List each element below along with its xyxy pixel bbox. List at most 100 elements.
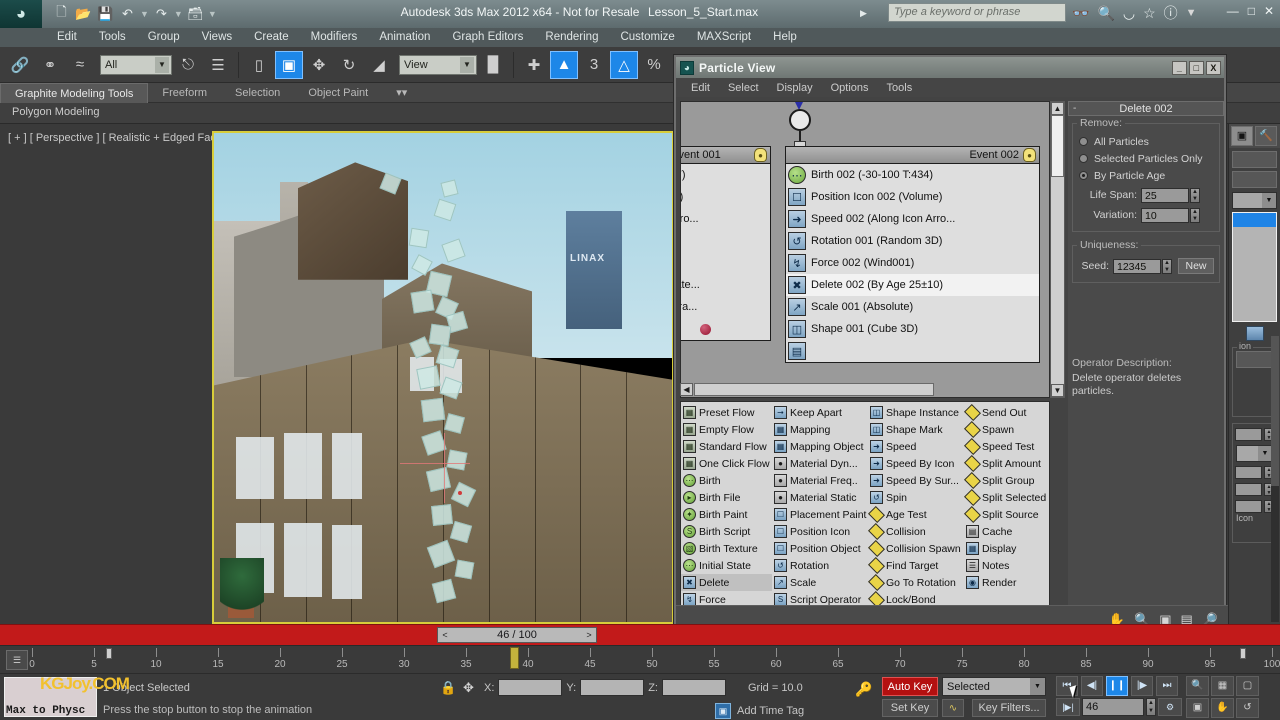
key-filters-button[interactable]: Key Filters...: [972, 699, 1046, 717]
depot-item-collision-spawn[interactable]: Collision Spawn: [868, 540, 964, 557]
search-expand-icon[interactable]: ▶: [860, 8, 867, 19]
window-crossing-icon[interactable]: ▣: [275, 50, 303, 79]
depot-item-rotation[interactable]: ↺ Rotation: [772, 557, 868, 574]
command-panel-scroll-thumb[interactable]: [1271, 336, 1279, 486]
absolute-relative-mode-icon[interactable]: ✥: [463, 680, 474, 696]
event-001-row[interactable]: ong Icon Arro...: [681, 208, 770, 230]
maximize-button[interactable]: □: [1248, 4, 1255, 18]
selection-sub-button[interactable]: [1236, 351, 1273, 368]
lightbulb-icon[interactable]: ●: [1023, 148, 1036, 162]
pv-menu-options[interactable]: Options: [822, 82, 878, 94]
depot-item-speed-test[interactable]: Speed Test: [964, 438, 1049, 455]
depot-item-cache[interactable]: ▤ Cache: [964, 523, 1049, 540]
previous-frame-icon[interactable]: ◀|: [1081, 676, 1103, 696]
category-button-b[interactable]: [1232, 171, 1277, 188]
event-001-row[interactable]: 001 (Camera...: [681, 296, 770, 318]
bind-space-warp-icon[interactable]: ≈: [66, 51, 94, 79]
object-type-dropdown[interactable]: ▼: [1232, 192, 1277, 209]
viewport-label[interactable]: [ + ] [ Perspective ] [ Realistic + Edge…: [8, 132, 234, 144]
rollout-collapse-icon[interactable]: -: [1073, 103, 1076, 114]
param-field[interactable]: [1235, 500, 1262, 513]
next-frame-arrow[interactable]: >: [582, 630, 596, 640]
event-001-row[interactable]: Geometry): [681, 318, 770, 340]
seed-spinner[interactable]: ▲ ▼: [1162, 258, 1172, 274]
redo-icon[interactable]: ↷: [152, 5, 171, 24]
depot-item-position-icon[interactable]: ☐ Position Icon: [772, 523, 868, 540]
operator-row-delete[interactable]: ✖ Delete 002 (By Age 25±10): [786, 274, 1039, 296]
pv-menu-tools[interactable]: Tools: [878, 82, 922, 94]
depot-item-birth-paint[interactable]: ✦ Birth Paint: [681, 506, 772, 523]
scroll-down-icon[interactable]: ▼: [1051, 384, 1064, 397]
depot-item-scale[interactable]: ↗ Scale: [772, 574, 868, 591]
pan-icon[interactable]: ✋: [1211, 698, 1234, 718]
canvas-vertical-scrollbar[interactable]: ▲ ▼: [1050, 101, 1065, 398]
event-001-row[interactable]: Age 80±10): [681, 252, 770, 274]
param-field[interactable]: [1235, 466, 1262, 479]
selection-filter-dropdown[interactable]: All ▼: [100, 54, 172, 75]
undo-icon[interactable]: ↶: [118, 5, 137, 24]
pv-menu-display[interactable]: Display: [768, 82, 822, 94]
particle-view-canvas[interactable]: Event 001 ● -100 T:2167) 01 (Volume) ong…: [680, 101, 1050, 398]
new-icon[interactable]: 🗋: [52, 4, 71, 24]
scroll-up-icon[interactable]: ▲: [1051, 102, 1064, 115]
depot-item-shape-mark[interactable]: ◫ Shape Mark: [868, 421, 964, 438]
depot-item-material-static[interactable]: ● Material Static: [772, 489, 868, 506]
new-seed-button[interactable]: New: [1178, 258, 1214, 274]
seed-input[interactable]: 12345: [1113, 258, 1161, 274]
event-001-row[interactable]: -100 T:2167): [681, 164, 770, 186]
command-panel-scrollbar[interactable]: [1271, 336, 1279, 622]
binoculars-icon[interactable]: 👓: [1072, 5, 1089, 22]
depot-item-split-amount[interactable]: Split Amount: [964, 455, 1049, 472]
operator-row-scale[interactable]: ↗ Scale 001 (Absolute): [786, 296, 1039, 318]
depot-item-one-click-flow[interactable]: ▦ One Click Flow: [681, 455, 772, 472]
depot-item-find-target[interactable]: Find Target: [868, 557, 964, 574]
angle-snap-icon[interactable]: △: [610, 50, 638, 79]
variation-input[interactable]: 10: [1141, 207, 1189, 223]
show-end-result-icon[interactable]: [1245, 326, 1264, 341]
open-mini-curve-editor-icon[interactable]: ☰: [6, 650, 28, 670]
radio-by-particle-age[interactable]: By Particle Age: [1079, 167, 1214, 184]
key-mode-toggle-button[interactable]: |▶|: [1056, 698, 1080, 716]
undo-dropdown-icon[interactable]: ▼: [140, 9, 149, 19]
menu-item-group[interactable]: Group: [137, 28, 191, 47]
select-and-move-icon[interactable]: ✥: [305, 51, 333, 79]
depot-item-spin[interactable]: ↺ Spin: [868, 489, 964, 506]
depot-item-go-to-rotation[interactable]: Go To Rotation: [868, 574, 964, 591]
event-001-row[interactable]: nic 001 (Mate...: [681, 274, 770, 296]
create-tab-icon[interactable]: ▣: [1231, 126, 1253, 146]
frame-indicator[interactable]: < 46 / 100 >: [437, 627, 597, 643]
open-icon[interactable]: 📂: [74, 5, 93, 24]
pause-icon[interactable]: ❙❙: [1106, 676, 1128, 696]
depot-item-delete[interactable]: ✖ Delete: [681, 574, 772, 591]
param-field[interactable]: [1235, 483, 1262, 496]
key-marker[interactable]: [106, 648, 112, 659]
menu-item-rendering[interactable]: Rendering: [534, 28, 609, 47]
depot-item-placement-paint[interactable]: ☐ Placement Paint: [772, 506, 868, 523]
depot-item-display[interactable]: ▦ Display: [964, 540, 1049, 557]
menu-item-customize[interactable]: Customize: [609, 28, 685, 47]
variation-spinner[interactable]: ▲ ▼: [1190, 207, 1200, 223]
pv-minimize-button[interactable]: _: [1172, 60, 1187, 75]
time-slider-playhead[interactable]: [510, 647, 519, 669]
link-icon[interactable]: 🔗: [6, 51, 34, 79]
canvas-scroll-thumb[interactable]: [1051, 115, 1064, 177]
track-bar[interactable]: ☰ 0 5 10 15 20 25 30 35 40 45 50 55 60 6…: [0, 645, 1280, 673]
prev-frame-arrow[interactable]: <: [438, 630, 452, 640]
key-mode-toggle-icon[interactable]: 🔑: [855, 681, 872, 698]
auto-key-button[interactable]: Auto Key: [882, 677, 938, 696]
event-001-row[interactable]: 01 (Volume): [681, 186, 770, 208]
go-to-end-icon[interactable]: ⏭: [1156, 676, 1178, 696]
canvas-hscroll-thumb[interactable]: [694, 383, 934, 396]
particle-view-window[interactable]: ◕ Particle View _ □ X Edit Select Displa…: [674, 55, 1228, 659]
redo-dropdown-icon[interactable]: ▼: [174, 9, 183, 19]
depot-item-split-source[interactable]: Split Source: [964, 506, 1049, 523]
depot-item-birth[interactable]: ⋯ Birth: [681, 472, 772, 489]
depot-item-spawn[interactable]: Spawn: [964, 421, 1049, 438]
event-node-001[interactable]: Event 001 ● -100 T:2167) 01 (Volume) ong…: [681, 146, 771, 341]
time-configuration-icon[interactable]: ⚙: [1158, 698, 1182, 716]
pv-close-button[interactable]: X: [1206, 60, 1221, 75]
canvas-horizontal-scrollbar[interactable]: ◀: [680, 383, 1050, 397]
modifier-stack-selected-row[interactable]: [1233, 213, 1276, 227]
pv-maximize-button[interactable]: □: [1189, 60, 1204, 75]
current-frame-input[interactable]: 46: [1082, 698, 1144, 716]
